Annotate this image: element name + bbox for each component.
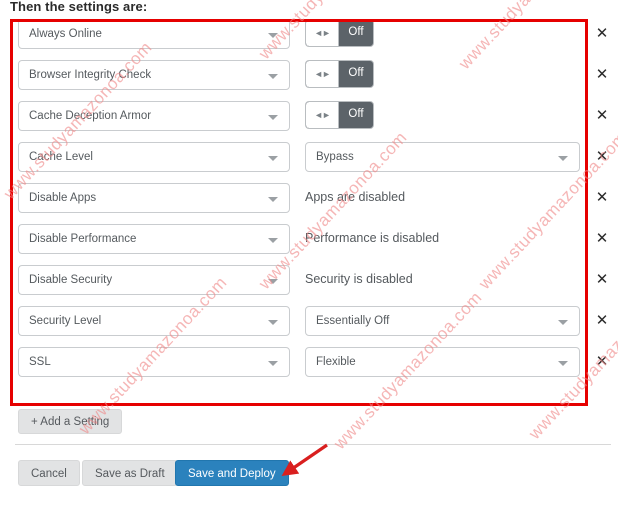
toggle-handle-icon[interactable]: ◄►: [306, 20, 339, 46]
remove-setting-icon[interactable]: ✕: [594, 265, 610, 293]
toggle-state-label: Off: [348, 26, 364, 39]
remove-setting-icon[interactable]: ✕: [594, 224, 610, 252]
setting-name-value: Always Online: [29, 28, 102, 40]
setting-row: SSL Flexible ✕: [0, 347, 618, 388]
setting-row: Cache Deception Armor ◄► Off ✕: [0, 101, 618, 142]
setting-row: Disable Apps Apps are disabled ✕: [0, 183, 618, 224]
chevron-down-icon: [268, 33, 278, 38]
setting-value-select[interactable]: Essentially Off: [305, 306, 580, 336]
setting-row: Security Level Essentially Off ✕: [0, 306, 618, 347]
setting-name-select[interactable]: SSL: [18, 347, 290, 377]
add-setting-button[interactable]: + Add a Setting: [18, 409, 123, 434]
chevron-down-icon: [268, 238, 278, 243]
setting-name-value: Disable Security: [29, 274, 113, 286]
cancel-button[interactable]: Cancel: [18, 460, 80, 486]
remove-setting-icon[interactable]: ✕: [594, 19, 610, 47]
setting-name-select[interactable]: Disable Performance: [18, 224, 290, 254]
chevron-down-icon: [558, 156, 568, 161]
page-title: Then the settings are:: [10, 0, 148, 14]
setting-value-text: Security is disabled: [305, 272, 413, 286]
setting-value-text: Flexible: [316, 356, 356, 368]
chevron-down-icon: [268, 74, 278, 79]
remove-setting-icon[interactable]: ✕: [594, 183, 610, 211]
remove-setting-icon[interactable]: ✕: [594, 306, 610, 334]
setting-row: Browser Integrity Check ◄► Off ✕: [0, 60, 618, 101]
setting-row: Always Online ◄► Off ✕: [0, 19, 618, 60]
setting-name-select[interactable]: Security Level: [18, 306, 290, 336]
chevron-down-icon: [268, 115, 278, 120]
setting-name-select[interactable]: Disable Apps: [18, 183, 290, 213]
toggle-state-label: Off: [348, 108, 364, 121]
setting-row: Disable Security Security is disabled ✕: [0, 265, 618, 306]
setting-name-select[interactable]: Cache Level: [18, 142, 290, 172]
chevron-down-icon: [268, 320, 278, 325]
toggle-state-label: Off: [348, 67, 364, 80]
setting-name-select[interactable]: Cache Deception Armor: [18, 101, 290, 131]
setting-value-text: Performance is disabled: [305, 231, 440, 245]
toggle-handle-icon[interactable]: ◄►: [306, 61, 339, 87]
save-and-deploy-button[interactable]: Save and Deploy: [175, 460, 289, 486]
setting-name-value: Disable Performance: [29, 233, 137, 245]
chevron-down-icon: [558, 361, 568, 366]
settings-list: Always Online ◄► Off ✕ Browser Integrity Che…: [0, 19, 618, 388]
chevron-down-icon: [268, 279, 278, 284]
remove-setting-icon[interactable]: ✕: [594, 60, 610, 88]
setting-value-text: Essentially Off: [316, 315, 390, 327]
setting-name-value: Browser Integrity Check: [29, 69, 152, 81]
setting-name-value: Cache Deception Armor: [29, 110, 152, 122]
setting-toggle[interactable]: ◄► Off: [305, 101, 374, 129]
chevron-down-icon: [268, 156, 278, 161]
setting-name-select[interactable]: Browser Integrity Check: [18, 60, 290, 90]
remove-setting-icon[interactable]: ✕: [594, 142, 610, 170]
footer-divider: [15, 444, 611, 445]
chevron-down-icon: [268, 197, 278, 202]
setting-value-text: Apps are disabled: [305, 190, 406, 204]
chevron-down-icon: [558, 320, 568, 325]
setting-value-select[interactable]: Flexible: [305, 347, 580, 377]
setting-name-value: Security Level: [29, 315, 102, 327]
setting-toggle[interactable]: ◄► Off: [305, 60, 374, 88]
setting-name-value: SSL: [29, 356, 51, 368]
save-as-draft-button[interactable]: Save as Draft: [82, 460, 178, 486]
remove-setting-icon[interactable]: ✕: [594, 347, 610, 375]
chevron-down-icon: [268, 361, 278, 366]
setting-value-text: Bypass: [316, 151, 354, 163]
setting-name-value: Disable Apps: [29, 192, 97, 204]
toggle-handle-icon[interactable]: ◄►: [306, 102, 339, 128]
setting-row: Cache Level Bypass ✕: [0, 142, 618, 183]
remove-setting-icon[interactable]: ✕: [594, 101, 610, 129]
setting-toggle[interactable]: ◄► Off: [305, 19, 374, 47]
setting-name-select[interactable]: Disable Security: [18, 265, 290, 295]
setting-name-value: Cache Level: [29, 151, 93, 163]
setting-name-select[interactable]: Always Online: [18, 19, 290, 49]
setting-value-select[interactable]: Bypass: [305, 142, 580, 172]
setting-row: Disable Performance Performance is disabl…: [0, 224, 618, 265]
